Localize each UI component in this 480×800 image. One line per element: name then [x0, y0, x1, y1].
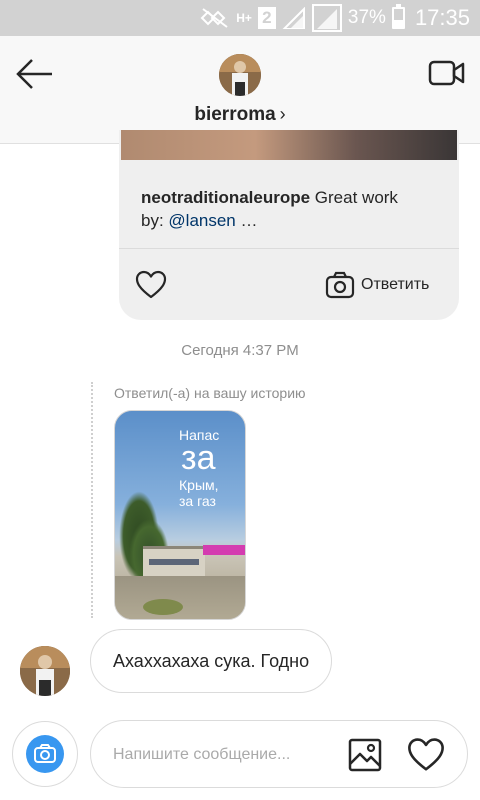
status-icons: H+ 2 37% 17:35: [200, 0, 470, 36]
story-grass: [143, 599, 183, 615]
story-sign: [203, 545, 245, 555]
post-image[interactable]: [121, 130, 457, 160]
heart-icon: [408, 738, 444, 771]
post-caption-text: Great work: [310, 188, 398, 207]
avatar[interactable]: [219, 54, 261, 96]
status-time: 17:35: [414, 5, 470, 30]
story-text-line2: за: [181, 439, 216, 477]
camera-icon: [325, 271, 355, 299]
post-author[interactable]: neotraditionaleurope: [141, 188, 310, 207]
sim-slot-icon: 2: [257, 7, 276, 29]
message-bubble[interactable]: Ахаххахаха сука. Годно: [90, 629, 333, 693]
battery-level: [393, 20, 403, 27]
reply-button[interactable]: Ответить: [325, 269, 429, 301]
reply-label: Ответить: [361, 276, 430, 293]
camera-button-fill: [26, 735, 64, 773]
camera-icon: [34, 744, 56, 763]
shared-post-card[interactable]: neotraditionaleurope Great work by: @lan…: [119, 130, 459, 320]
mute-icon: [200, 8, 228, 28]
story-reply-indicator: [91, 382, 93, 618]
message-timestamp: Сегодня 4:37 PM: [181, 342, 299, 359]
signal-icon-2: [311, 4, 342, 32]
chat-header: bierroma ›: [0, 36, 480, 144]
story-building-windows: [149, 559, 199, 565]
battery-icon: [391, 4, 405, 29]
video-camera-icon: [428, 60, 465, 86]
story-thumbnail[interactable]: Напас за Крым, за газ: [114, 410, 246, 620]
back-button[interactable]: [14, 56, 58, 92]
chevron-right-icon: ›: [279, 104, 286, 124]
username-label: bierroma: [194, 104, 276, 125]
gallery-button[interactable]: [347, 737, 383, 773]
story-reply-caption: Ответил(-а) на вашу историю: [114, 385, 306, 401]
story-text-line3: Крым, за газ: [179, 477, 219, 509]
post-caption-by: by:: [141, 211, 169, 230]
divider: [119, 248, 459, 249]
video-call-button[interactable]: [428, 58, 466, 88]
profile-photo: [20, 646, 70, 696]
message-text: Ахаххахаха сука. Годно: [113, 650, 310, 671]
gallery-icon: [348, 738, 382, 772]
status-bar: H+ 2 37% 17:35: [0, 0, 480, 36]
sender-avatar[interactable]: [20, 646, 70, 696]
heart-icon: [135, 270, 167, 299]
battery-percent: 37%: [347, 7, 386, 28]
post-caption-ellipsis: …: [235, 211, 258, 230]
post-caption: neotraditionaleurope Great work by: @lan…: [141, 186, 441, 232]
like-button[interactable]: [407, 737, 445, 773]
back-arrow-icon: [16, 59, 52, 89]
message-input[interactable]: [113, 741, 343, 769]
camera-button[interactable]: [12, 721, 78, 787]
profile-photo: [219, 54, 261, 96]
message-composer: [90, 720, 468, 788]
chat-username[interactable]: bierroma ›: [0, 104, 480, 126]
network-type: H+: [236, 10, 252, 25]
story-ground: [115, 576, 245, 619]
signal-icon: [282, 7, 305, 29]
post-mention-link[interactable]: @lansen: [168, 211, 235, 230]
like-post-button[interactable]: [135, 270, 167, 300]
